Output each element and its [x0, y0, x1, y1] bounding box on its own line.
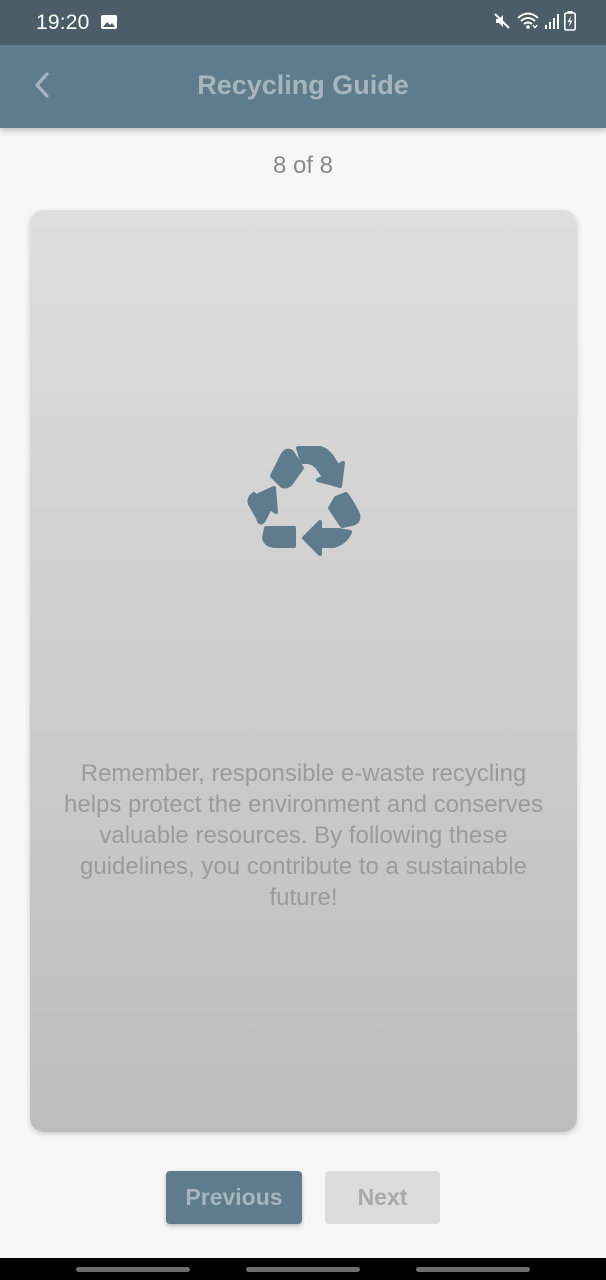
status-icons [492, 10, 576, 36]
nav-recent-handle[interactable] [76, 1267, 190, 1272]
mute-icon [492, 11, 512, 36]
previous-button[interactable]: Previous [166, 1171, 302, 1224]
recycle-icon [242, 442, 364, 562]
system-nav-bar [0, 1258, 606, 1280]
status-bar: 19:20 [0, 0, 606, 45]
nav-home-handle[interactable] [246, 1267, 360, 1272]
signal-icon [544, 12, 560, 35]
guide-card: Remember, responsible e-waste recycling … [30, 210, 577, 1132]
status-time: 19:20 [36, 11, 90, 34]
battery-charging-icon [564, 10, 576, 36]
wifi-icon [516, 11, 540, 36]
app-bar: Recycling Guide [0, 45, 606, 128]
page-title: Recycling Guide [197, 70, 409, 100]
screen: 19:20 Recycling Guide 8 of 8 Remember, r… [0, 0, 606, 1280]
card-text: Remember, responsible e-waste recycling … [64, 760, 543, 911]
next-button[interactable]: Next [325, 1171, 440, 1224]
gallery-icon [101, 15, 117, 29]
nav-back-handle[interactable] [416, 1267, 530, 1272]
page-counter: 8 of 8 [272, 152, 334, 179]
